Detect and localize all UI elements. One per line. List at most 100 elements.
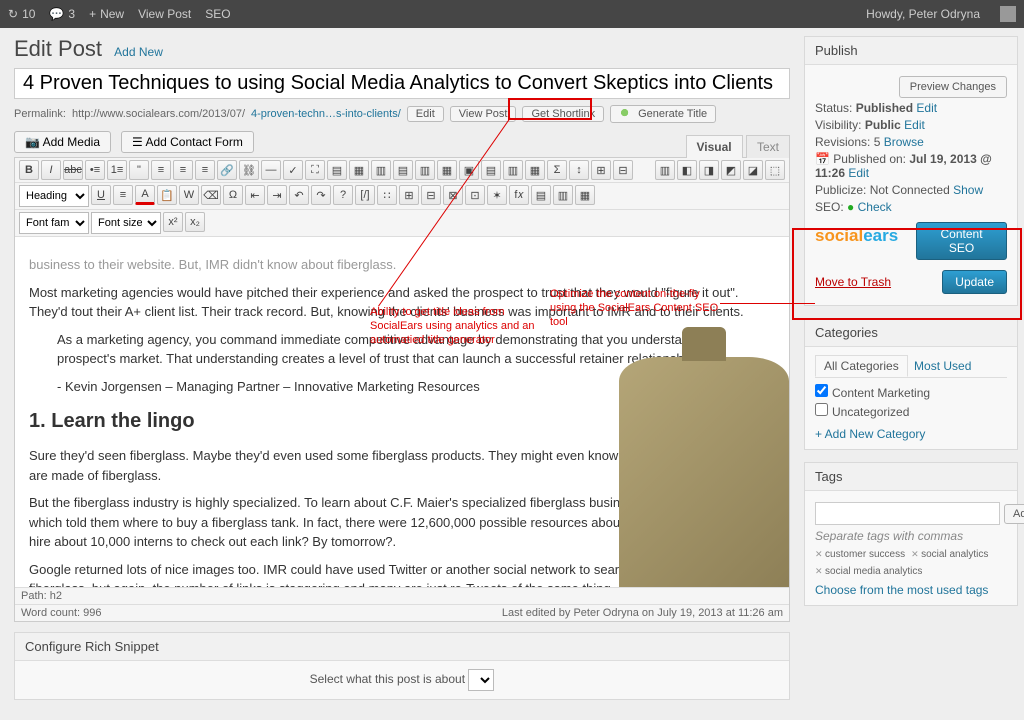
underline-button[interactable]: U <box>91 185 111 205</box>
help-button[interactable]: ? <box>333 185 353 205</box>
ul-button[interactable]: •≡ <box>85 160 105 180</box>
edit-date-link[interactable]: Edit <box>848 166 869 180</box>
tb2-23[interactable]: ▥ <box>553 185 573 205</box>
tags-title[interactable]: Tags <box>805 463 1017 491</box>
unlink-button[interactable]: ⛓ <box>239 160 259 180</box>
tb2-14[interactable]: [/] <box>355 185 375 205</box>
move-to-trash-link[interactable]: Move to Trash <box>815 275 891 289</box>
tb2-18[interactable]: ⊠ <box>443 185 463 205</box>
publish-title[interactable]: Publish <box>805 37 1017 65</box>
choose-tags-link[interactable]: Choose from the most used tags <box>815 583 988 597</box>
tb-22[interactable]: ▤ <box>481 160 501 180</box>
cat-content-marketing[interactable] <box>815 384 828 397</box>
add-media-button[interactable]: 📷 Add Media <box>14 131 111 153</box>
undo-button[interactable]: ↶ <box>289 185 309 205</box>
tag-input[interactable] <box>815 502 1000 525</box>
aligncenter-button[interactable]: ≡ <box>173 160 193 180</box>
tab-text[interactable]: Text <box>746 135 790 158</box>
spell-button[interactable]: ✓ <box>283 160 303 180</box>
tb2-16[interactable]: ⊞ <box>399 185 419 205</box>
pasteword-button[interactable]: W <box>179 185 199 205</box>
tb-25[interactable]: Σ <box>547 160 567 180</box>
add-new-link[interactable]: Add New <box>114 45 163 59</box>
tb-18[interactable]: ▤ <box>393 160 413 180</box>
edit-visibility-link[interactable]: Edit <box>904 118 925 132</box>
alignright-button[interactable]: ≡ <box>195 160 215 180</box>
bold-button[interactable]: B <box>19 160 39 180</box>
indent-button[interactable]: ⇥ <box>267 185 287 205</box>
snippet-select[interactable] <box>468 669 494 691</box>
tb-17[interactable]: ▥ <box>371 160 391 180</box>
tb-28[interactable]: ⊟ <box>613 160 633 180</box>
strike-button[interactable]: abc <box>63 160 83 180</box>
quote-button[interactable]: " <box>129 160 149 180</box>
get-shortlink-button[interactable]: Get Shortlink <box>522 106 604 122</box>
tb3-2[interactable]: x₂ <box>185 212 205 232</box>
cat-uncategorized[interactable] <box>815 403 828 416</box>
add-category-link[interactable]: + Add New Category <box>815 427 925 441</box>
link-button[interactable]: 🔗 <box>217 160 237 180</box>
tb-19[interactable]: ▥ <box>415 160 435 180</box>
tb2-20[interactable]: ✶ <box>487 185 507 205</box>
tb-r1[interactable]: ▥ <box>655 160 675 180</box>
new-link[interactable]: +New <box>89 7 124 21</box>
pastetext-button[interactable]: 📋 <box>157 185 177 205</box>
tb-27[interactable]: ⊞ <box>591 160 611 180</box>
tb-r4[interactable]: ◩ <box>721 160 741 180</box>
avatar[interactable] <box>1000 6 1016 22</box>
removeformat-button[interactable]: ⌫ <box>201 185 221 205</box>
textcolor-button[interactable]: A <box>135 185 155 205</box>
user-greeting[interactable]: Howdy, Peter Odryna <box>866 7 980 21</box>
charmap-button[interactable]: Ω <box>223 185 243 205</box>
tb-16[interactable]: ▦ <box>349 160 369 180</box>
ol-button[interactable]: 1≡ <box>107 160 127 180</box>
tag-chip[interactable]: social analytics <box>911 549 988 560</box>
categories-title[interactable]: Categories <box>805 319 1017 347</box>
add-tag-button[interactable]: Add <box>1004 504 1024 524</box>
update-button[interactable]: Update <box>942 270 1007 294</box>
tb-r5[interactable]: ◪ <box>743 160 763 180</box>
edit-permalink-button[interactable]: Edit <box>407 106 444 122</box>
tb3-1[interactable]: x² <box>163 212 183 232</box>
tb2-21[interactable]: f𝑥 <box>509 185 529 205</box>
tb2-19[interactable]: ⊡ <box>465 185 485 205</box>
cat-tab-most[interactable]: Most Used <box>911 356 974 376</box>
preview-changes-button[interactable]: Preview Changes <box>899 76 1007 98</box>
tb-r2[interactable]: ◧ <box>677 160 697 180</box>
outdent-button[interactable]: ⇤ <box>245 185 265 205</box>
edit-status-link[interactable]: Edit <box>916 101 937 115</box>
tag-chip[interactable]: customer success <box>815 549 905 560</box>
tb-26[interactable]: ↕ <box>569 160 589 180</box>
justify-button[interactable]: ≡ <box>113 185 133 205</box>
kitchensink-button[interactable]: ▤ <box>327 160 347 180</box>
generate-title-button[interactable]: Generate Title <box>610 105 716 123</box>
tb-24[interactable]: ▦ <box>525 160 545 180</box>
italic-button[interactable]: I <box>41 160 61 180</box>
tb-23[interactable]: ▥ <box>503 160 523 180</box>
tb2-24[interactable]: ▦ <box>575 185 595 205</box>
viewpost-link[interactable]: View Post <box>138 7 191 21</box>
fullscreen-button[interactable]: ⛶ <box>305 160 325 180</box>
seo-check-link[interactable]: Check <box>858 200 892 214</box>
view-post-button[interactable]: View Post <box>450 106 517 122</box>
more-button[interactable]: — <box>261 160 281 180</box>
seo-link[interactable]: SEO <box>205 7 230 21</box>
cat-tab-all[interactable]: All Categories <box>815 355 908 377</box>
tab-visual[interactable]: Visual <box>686 135 743 158</box>
redo-button[interactable]: ↷ <box>311 185 331 205</box>
add-contact-form-button[interactable]: ☰ Add Contact Form <box>121 131 254 153</box>
tb-21[interactable]: ▣ <box>459 160 479 180</box>
alignleft-button[interactable]: ≡ <box>151 160 171 180</box>
content-seo-button[interactable]: Content SEO <box>916 222 1007 260</box>
tb-20[interactable]: ▦ <box>437 160 457 180</box>
refresh-link[interactable]: ↻10 <box>8 7 35 21</box>
heading-select[interactable]: Heading 2 <box>19 185 89 207</box>
fontsize-select[interactable]: Font size <box>91 212 161 234</box>
browse-revisions-link[interactable]: Browse <box>884 135 924 149</box>
tag-chip[interactable]: social media analytics <box>815 566 922 577</box>
tb2-17[interactable]: ⊟ <box>421 185 441 205</box>
post-title-input[interactable] <box>14 68 790 99</box>
fontfamily-select[interactable]: Font family <box>19 212 89 234</box>
tb2-15[interactable]: ∷ <box>377 185 397 205</box>
comments-link[interactable]: 💬3 <box>49 7 75 21</box>
